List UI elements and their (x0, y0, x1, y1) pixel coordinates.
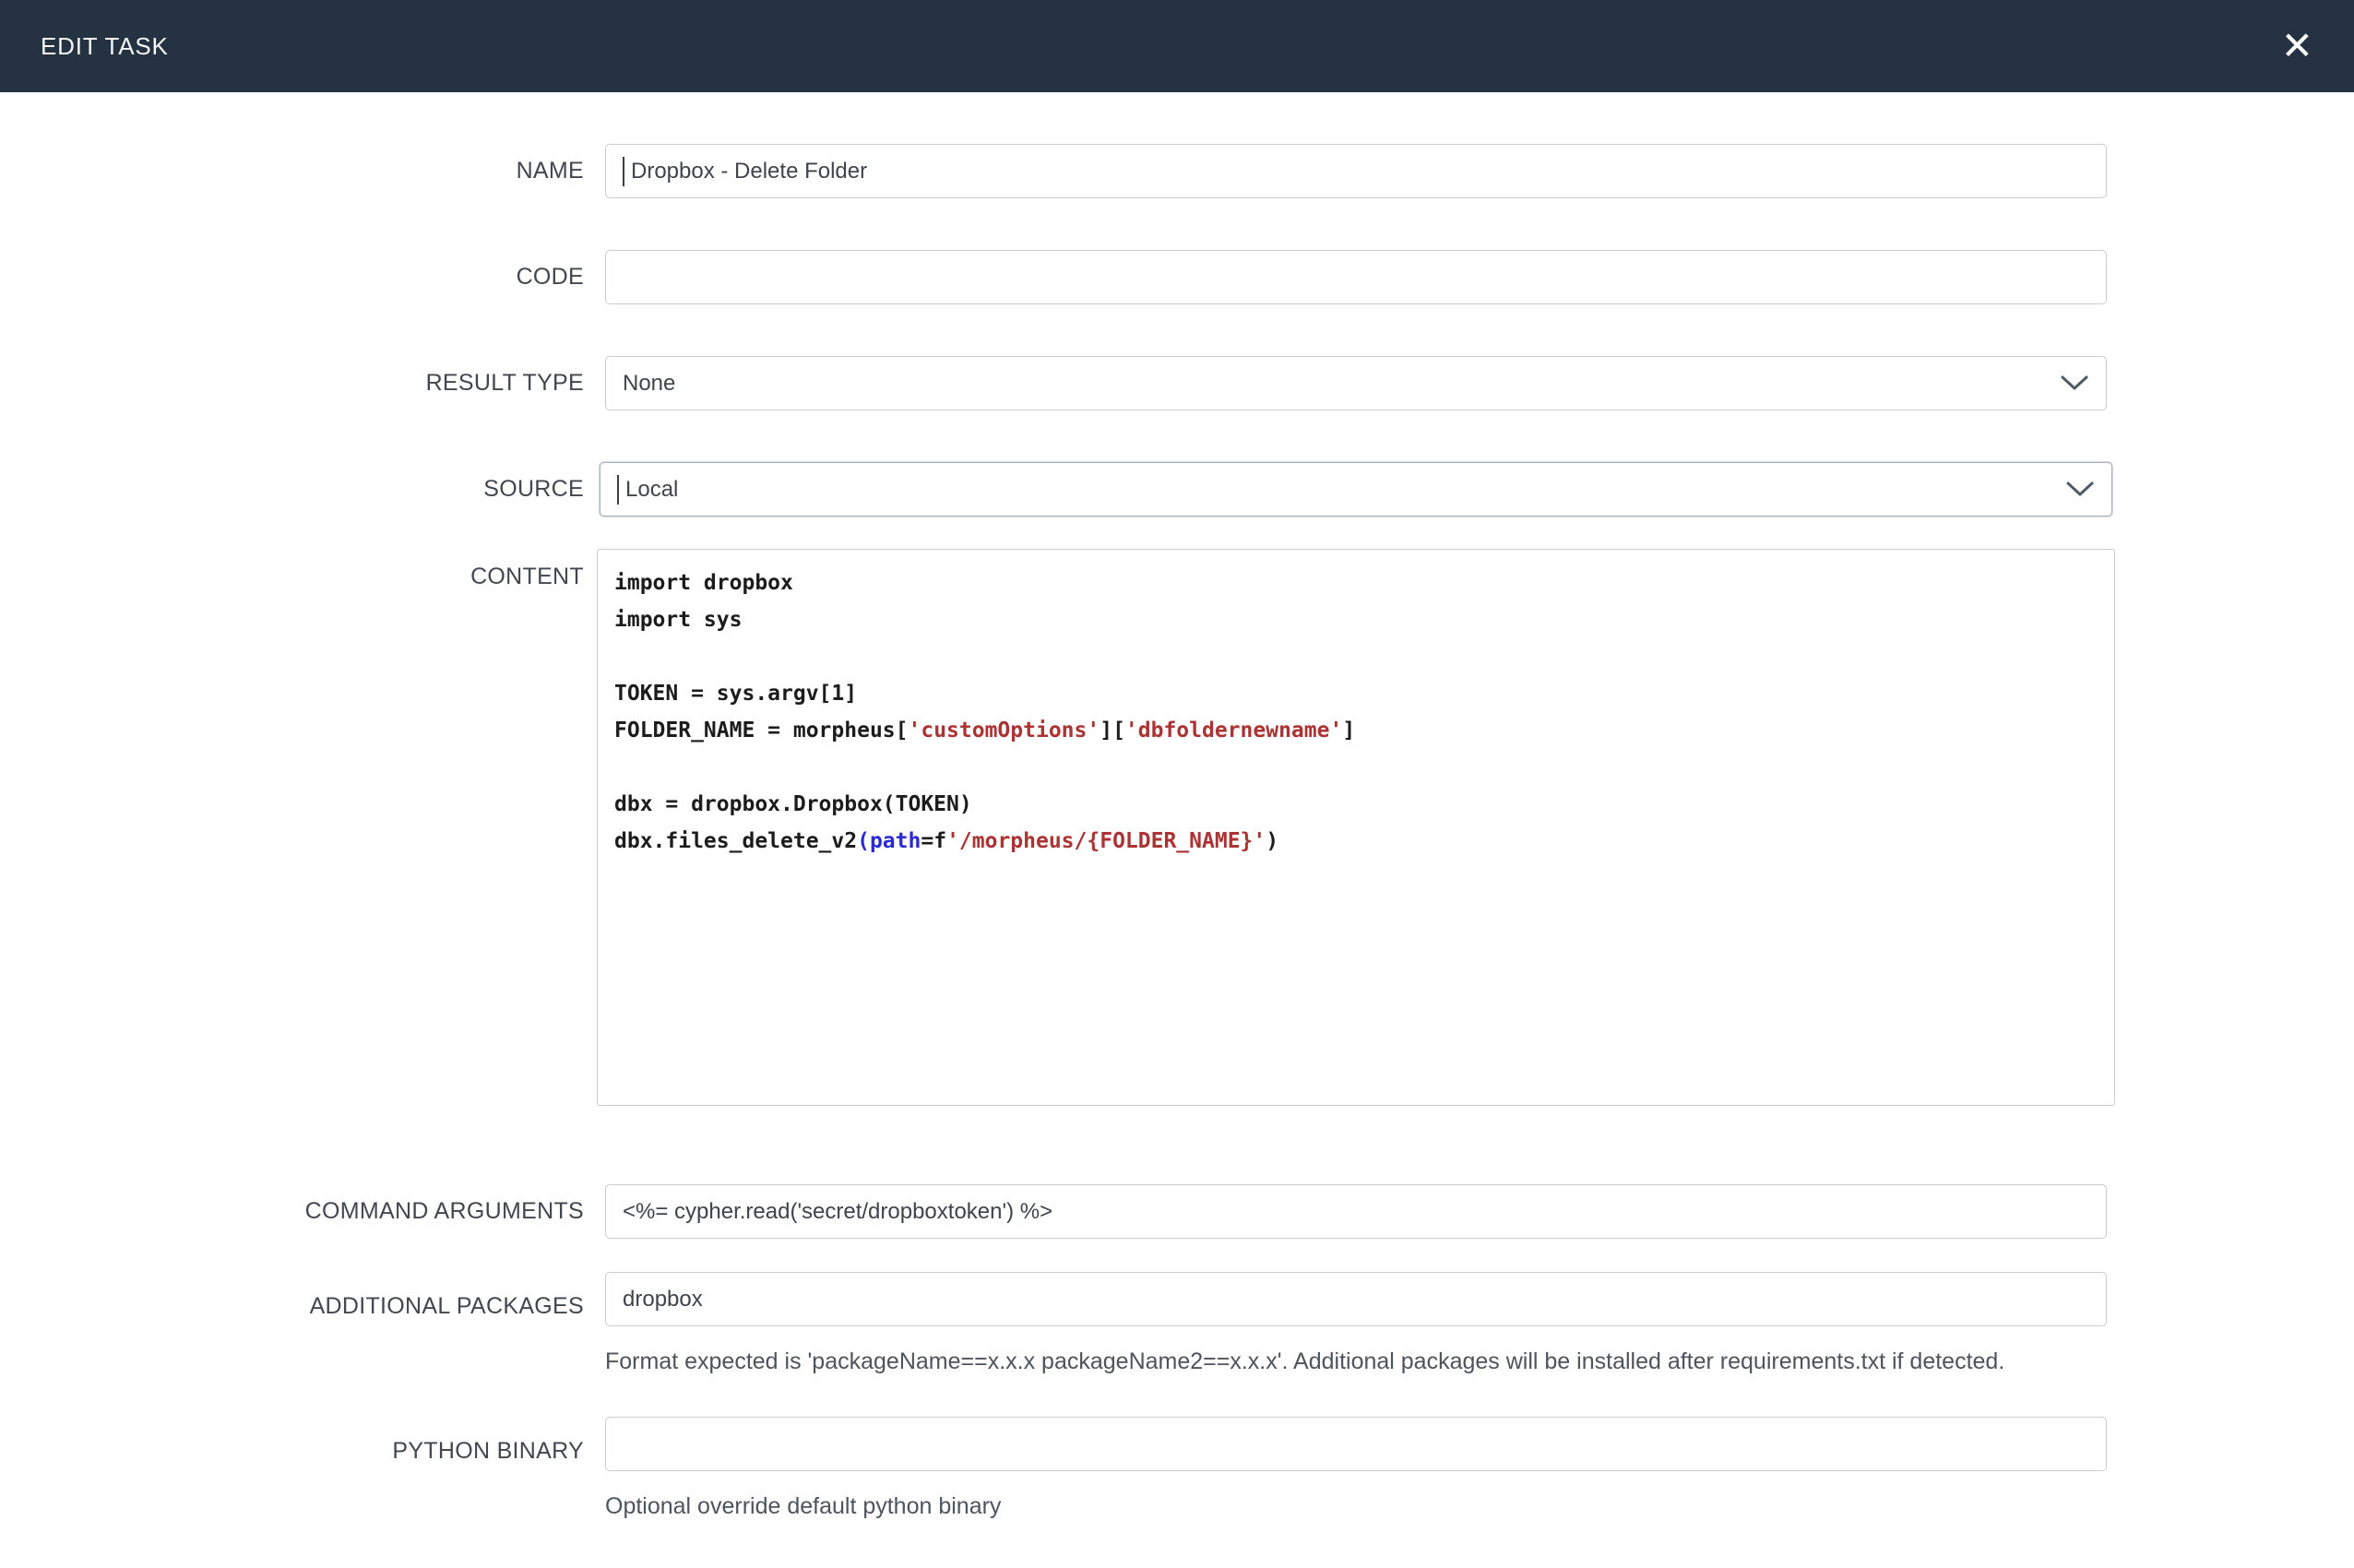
code-row: CODE (0, 250, 2354, 304)
modal-header: EDIT TASK ✕ (0, 0, 2354, 92)
name-label: NAME (0, 144, 605, 198)
python-binary-row: PYTHON BINARY Optional override default … (0, 1417, 2354, 1525)
code-label: CODE (0, 250, 605, 304)
content-editor[interactable]: import dropboximport sys TOKEN = sys.arg… (597, 549, 2115, 1106)
additional-packages-label: ADDITIONAL PACKAGES (0, 1272, 605, 1326)
source-label: SOURCE (0, 462, 605, 517)
source-row: SOURCE Local (0, 462, 2354, 517)
additional-packages-row: ADDITIONAL PACKAGES dropbox Format expec… (0, 1272, 2354, 1380)
code-line: dbx.files_delete_v2(path=f'/morpheus/{FO… (614, 823, 2098, 860)
modal-title: EDIT TASK (41, 32, 169, 61)
command-arguments-input[interactable]: <%= cypher.read('secret/dropboxtoken') %… (605, 1184, 2107, 1239)
command-arguments-value: <%= cypher.read('secret/dropboxtoken') %… (623, 1199, 1052, 1225)
command-arguments-row: COMMAND ARGUMENTS <%= cypher.read('secre… (0, 1184, 2354, 1239)
code-input[interactable] (605, 250, 2107, 304)
python-binary-input[interactable] (605, 1417, 2107, 1471)
result-type-label: RESULT TYPE (0, 356, 605, 410)
additional-packages-help: Format expected is 'packageName==x.x.x p… (605, 1343, 2081, 1380)
code-line (614, 749, 2098, 786)
name-row: NAME Dropbox - Delete Folder (0, 144, 2354, 198)
content-label: CONTENT (0, 549, 605, 1106)
edit-task-form: NAME Dropbox - Delete Folder CODE RESULT… (0, 92, 2354, 1525)
code-line: TOKEN = sys.argv[1] (614, 675, 2098, 712)
source-value: Local (625, 477, 678, 503)
text-caret (623, 157, 624, 186)
code-line: import dropbox (614, 564, 2098, 601)
content-row: CONTENT import dropboximport sys TOKEN =… (0, 549, 2354, 1106)
result-type-select[interactable]: None (605, 356, 2107, 410)
result-type-value: None (623, 371, 675, 397)
text-caret (617, 475, 619, 505)
name-input-value: Dropbox - Delete Folder (631, 159, 867, 184)
chevron-down-icon (2065, 481, 2095, 498)
python-binary-help: Optional override default python binary (605, 1488, 2081, 1525)
close-icon[interactable]: ✕ (2281, 27, 2313, 65)
additional-packages-input[interactable]: dropbox (605, 1272, 2107, 1326)
additional-packages-value: dropbox (623, 1287, 703, 1313)
command-arguments-label: COMMAND ARGUMENTS (0, 1184, 605, 1239)
python-binary-label: PYTHON BINARY (0, 1417, 605, 1471)
chevron-down-icon (2060, 374, 2089, 392)
code-line: import sys (614, 601, 2098, 638)
name-input[interactable]: Dropbox - Delete Folder (605, 144, 2107, 198)
edit-task-modal: EDIT TASK ✕ NAME Dropbox - Delete Folder… (0, 0, 2354, 1568)
result-type-row: RESULT TYPE None (0, 356, 2354, 410)
code-line (614, 638, 2098, 675)
source-select[interactable]: Local (600, 462, 2112, 517)
code-line: dbx = dropbox.Dropbox(TOKEN) (614, 786, 2098, 823)
code-line: FOLDER_NAME = morpheus['customOptions'][… (614, 712, 2098, 749)
